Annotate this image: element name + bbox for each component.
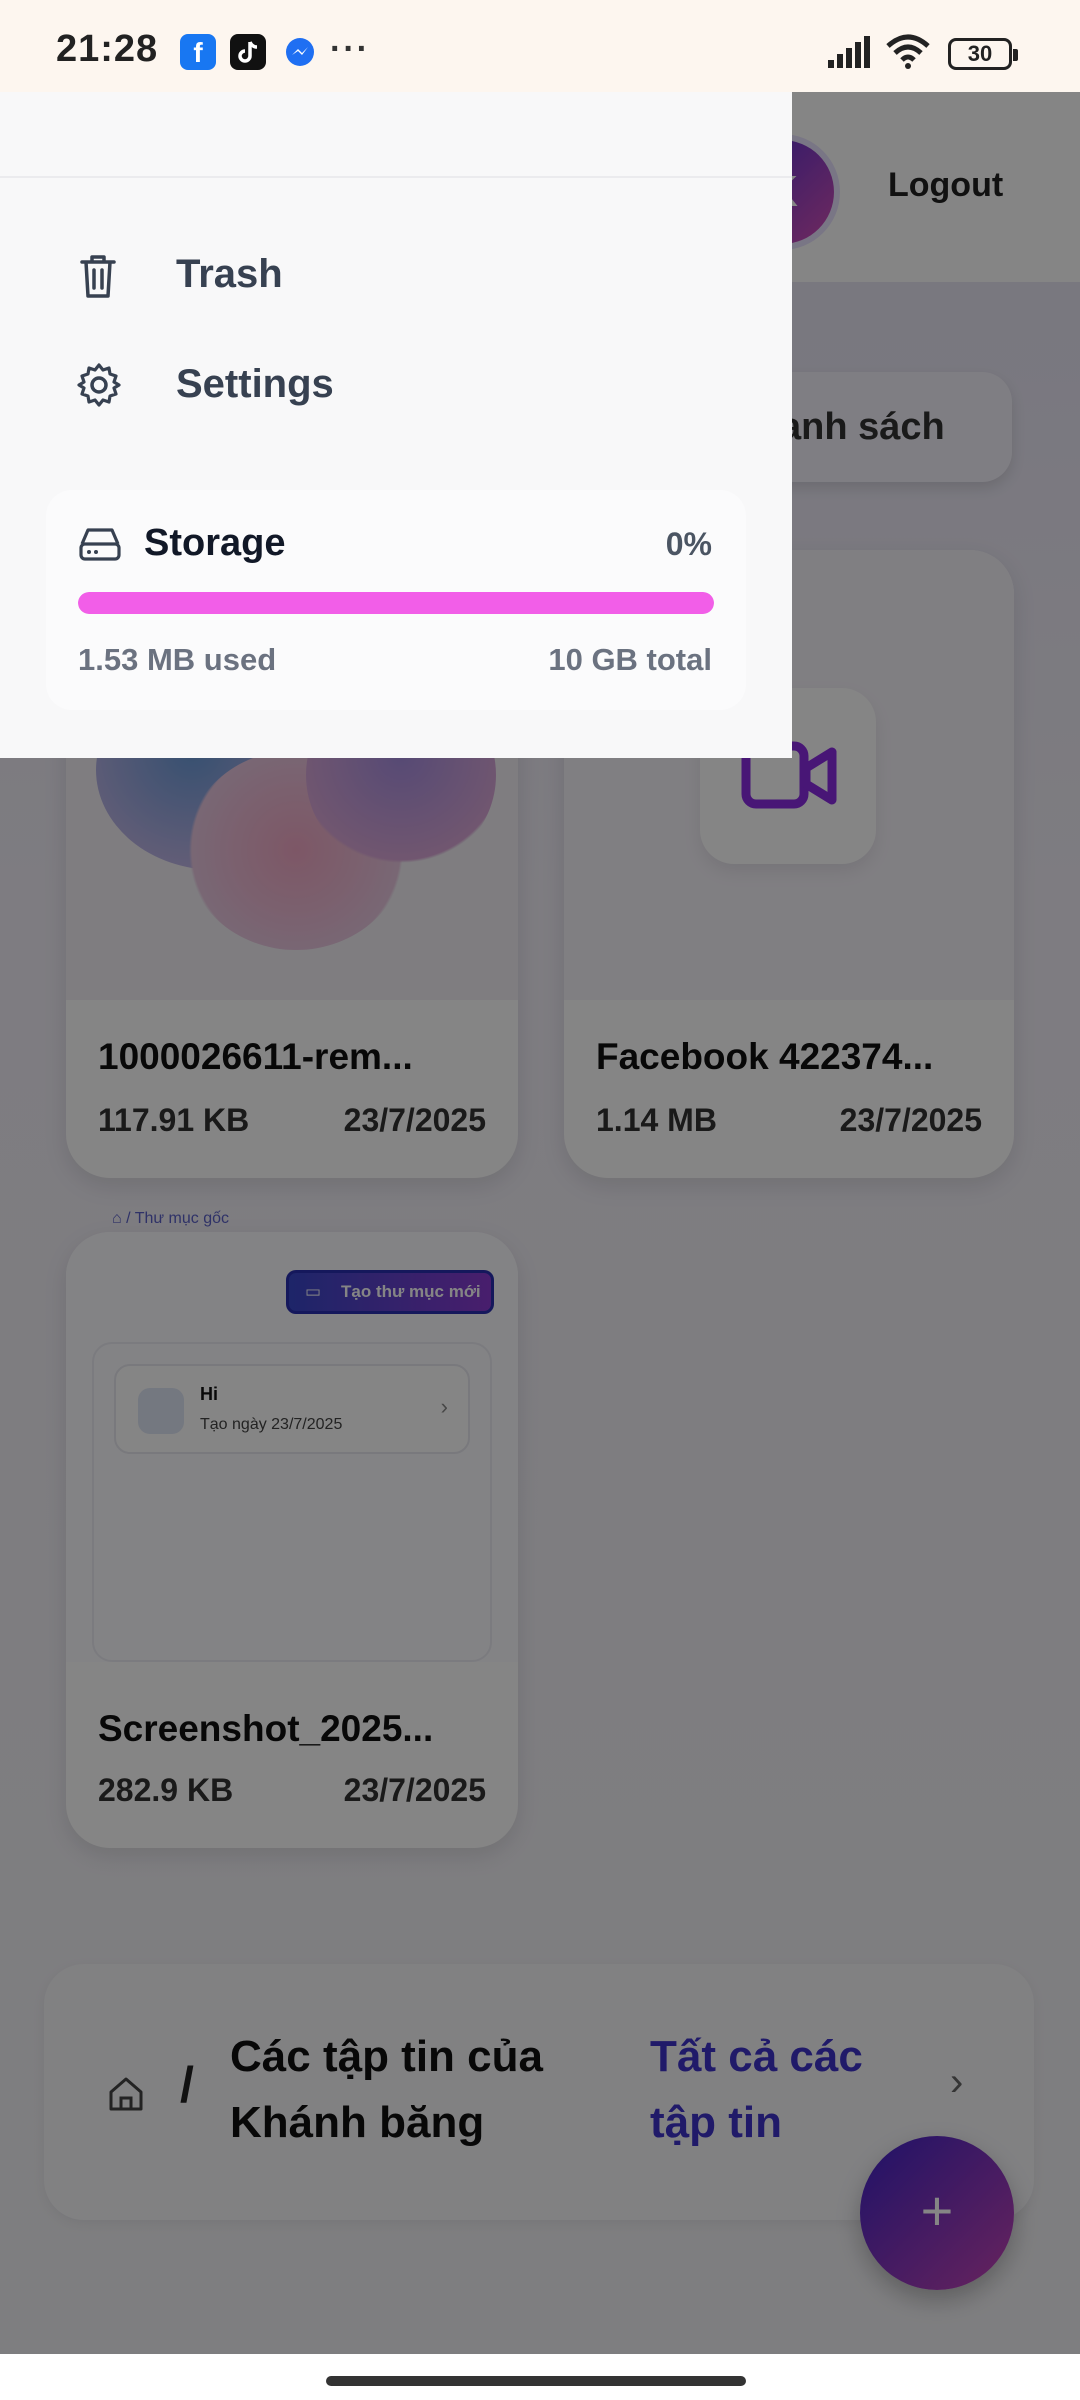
storage-percent: 0% [665, 526, 712, 562]
menu-item-settings[interactable]: Settings [0, 340, 792, 430]
storage-progress-bar [78, 592, 714, 614]
status-time: 21:28 [56, 28, 159, 70]
storage-progress-fill [78, 592, 714, 614]
tiktok-icon [230, 34, 266, 70]
more-icon: ··· [330, 30, 370, 68]
menu-item-label: Settings [176, 362, 334, 406]
menu-item-label: Trash [176, 252, 283, 296]
battery-indicator: 30 [948, 38, 1018, 70]
side-drawer: Trash Settings Storage 0% 1.53 MB used 1… [0, 92, 792, 758]
drawer-header [0, 92, 792, 178]
gear-icon [77, 363, 121, 407]
messenger-icon [282, 34, 318, 70]
storage-title: Storage [144, 522, 286, 564]
signal-icon [828, 36, 874, 73]
hard-drive-icon [79, 528, 121, 561]
storage-total: 10 GB total [548, 642, 712, 677]
home-indicator[interactable] [326, 2376, 746, 2386]
wifi-icon [884, 34, 932, 75]
menu-item-trash[interactable]: Trash [0, 230, 792, 320]
system-nav-bar [0, 2354, 1080, 2400]
storage-used: 1.53 MB used [78, 642, 277, 677]
status-bar: 21:28 f ··· 30 [0, 0, 1080, 92]
trash-icon [80, 255, 116, 298]
storage-card: Storage 0% 1.53 MB used 10 GB total [46, 490, 746, 710]
facebook-icon: f [180, 34, 216, 70]
